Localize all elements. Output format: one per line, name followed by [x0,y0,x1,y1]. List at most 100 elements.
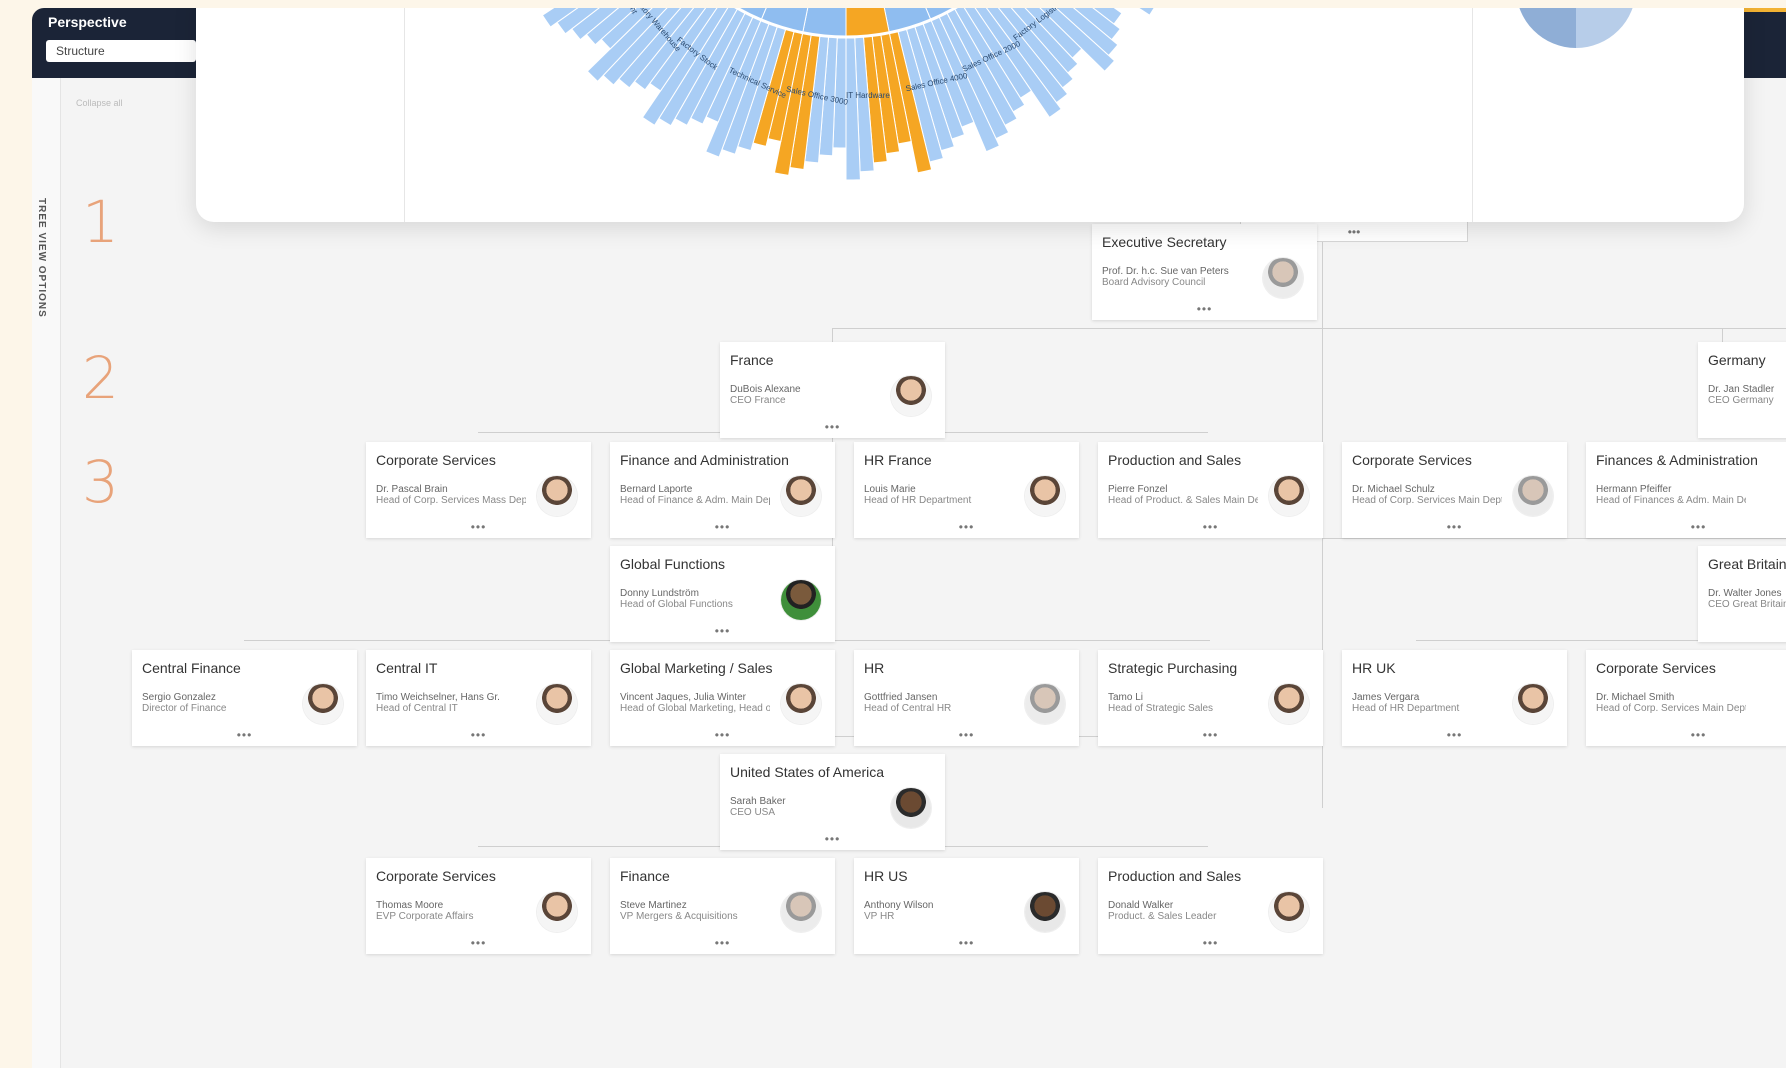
card-person-name: Thomas Moore [376,900,444,911]
more-button[interactable]: ••• [1098,520,1323,534]
card-person-role: Head of Product. & Sales Main Dept. [1108,495,1258,506]
org-card-us-corporate-services[interactable]: Corporate Services Thomas Moore EVP Corp… [366,858,591,954]
more-button[interactable]: ••• [854,520,1079,534]
card-person-name: Sarah Baker [730,796,786,807]
card-person-role: CEO France [730,395,786,406]
sunburst-segment[interactable] [845,8,890,37]
card-person-role: Product. & Sales Leader [1108,911,1217,922]
level-number-2: 2 [82,344,119,412]
card-person-name: Bernard Laporte [620,484,693,495]
tree-view-options-label: TREE VIEW OPTIONS [36,198,47,318]
card-person-name: Dr. Walter Jones [1708,588,1782,599]
card-person-name: Anthony Wilson [864,900,934,911]
tree-view-options-tab[interactable]: TREE VIEW OPTIONS [32,78,61,1068]
org-card-great-britain[interactable]: Great Britain Dr. Walter Jones CEO Great… [1698,546,1786,642]
card-person-name: Steve Martinez [620,900,687,911]
more-button[interactable]: ••• [1092,302,1317,316]
org-card-fr-finance-administration[interactable]: Finance and Administration Bernard Lapor… [610,442,835,538]
more-button[interactable]: ••• [132,728,357,742]
more-button[interactable]: ••• [1586,728,1786,742]
avatar [1269,892,1309,932]
card-title: Finance [620,868,670,884]
more-button[interactable]: ••• [854,936,1079,950]
card-title: Production and Sales [1108,868,1242,884]
more-button[interactable]: ••• [610,936,835,950]
connector-france [832,328,833,342]
more-button[interactable]: ••• [366,520,591,534]
org-card-us-production-sales[interactable]: Production and Sales Donald Walker Produ… [1098,858,1323,954]
org-card-central-it[interactable]: Central IT Timo Weichselner, Hans Gr. He… [366,650,591,746]
card-person-role: Head of Finances & Adm. Main Dept. [1596,495,1746,506]
card-person-role: Head of Finance & Adm. Main Dept. [620,495,770,506]
card-person-name: Pierre Fonzel [1108,484,1168,495]
more-button[interactable]: ••• [720,832,945,846]
sunburst-segment[interactable] [802,8,847,37]
collapse-all-link[interactable]: Collapse all [76,98,123,108]
org-card-global-functions[interactable]: Global Functions Donny Lundström Head of… [610,546,835,642]
card-person-role: Director of Finance [142,703,227,714]
card-person-name: Donny Lundström [620,588,699,599]
card-person-name: Hermann Pfeiffer [1596,484,1672,495]
more-button[interactable]: ••• [854,728,1079,742]
org-card-us-finance[interactable]: Finance Steve Martinez VP Mergers & Acqu… [610,858,835,954]
avatar [1513,684,1553,724]
org-card-hr-uk[interactable]: HR UK James Vergara Head of HR Departmen… [1342,650,1567,746]
avatar [1025,684,1065,724]
card-title: Global Functions [620,556,726,572]
avatar [303,684,343,724]
card-title: Central Finance [142,660,241,676]
org-card-hr[interactable]: HR Gottfried Jansen Head of Central HR •… [854,650,1079,746]
card-person-name: Dr. Michael Schulz [1352,484,1435,495]
org-card-germany[interactable]: Germany Dr. Jan Stadler CEO Germany [1698,342,1786,438]
more-button[interactable]: ••• [1098,936,1323,950]
card-title: HR US [864,868,908,884]
org-card-de-corporate-services[interactable]: Corporate Services Dr. Michael Schulz He… [1342,442,1567,538]
org-card-fr-production-sales[interactable]: Production and Sales Pierre Fonzel Head … [1098,442,1323,538]
card-person-name: Gottfried Jansen [864,692,938,703]
more-button[interactable]: ••• [1586,520,1786,534]
org-card-strategic-purchasing[interactable]: Strategic Purchasing Tamo Li Head of Str… [1098,650,1323,746]
card-person-role: VP HR [864,911,895,922]
card-title: Germany [1708,352,1766,368]
card-title: Corporate Services [1352,452,1472,468]
card-title: Corporate Services [376,452,496,468]
sunburst-panel: Project DevelopmentFactory WarehouseFact… [196,8,1744,222]
card-person-role: Head of Central IT [376,703,458,714]
avatar [781,580,821,620]
card-person-name: DuBois Alexane [730,384,801,395]
org-card-central-finance[interactable]: Central Finance Sergio Gonzalez Director… [132,650,357,746]
more-button[interactable]: ••• [1098,728,1323,742]
more-button[interactable]: ••• [610,728,835,742]
card-person-role: Head of HR Department [864,495,972,506]
avatar [1263,258,1303,298]
avatar [781,476,821,516]
more-button[interactable]: ••• [366,936,591,950]
org-card-fr-corporate-services[interactable]: Corporate Services Dr. Pascal Brain Head… [366,442,591,538]
card-title: HR [864,660,885,676]
card-person-role: Head of Corp. Services Mass Dept. [376,495,526,506]
org-card-hr-france[interactable]: HR France Louis Marie Head of HR Departm… [854,442,1079,538]
org-card-france[interactable]: France DuBois Alexane CEO France ••• [720,342,945,438]
org-card-executive-secretary[interactable]: Executive Secretary Prof. Dr. h.c. Sue v… [1092,224,1317,320]
more-button[interactable]: ••• [610,624,835,638]
app-window: Perspective Structure TREE VIEW OPTIONS … [32,8,1786,1068]
more-button[interactable]: ••• [366,728,591,742]
card-title: Corporate Services [1596,660,1716,676]
org-card-hr-us[interactable]: HR US Anthony Wilson VP HR ••• [854,858,1079,954]
org-card-global-marketing-sales[interactable]: Global Marketing / Sales Vincent Jaques,… [610,650,835,746]
card-title: Executive Secretary [1102,234,1227,250]
org-card-uk-corporate-services[interactable]: Corporate Services Dr. Michael Smith Hea… [1586,650,1786,746]
card-title: Production and Sales [1108,452,1242,468]
card-person-role: Board Advisory Council [1102,277,1206,288]
card-person-role: Head of Global Marketing, Head of Global… [620,703,770,714]
more-button[interactable]: ••• [1342,728,1567,742]
org-card-usa[interactable]: United States of America Sarah Baker CEO… [720,754,945,850]
avatar [1025,892,1065,932]
avatar [781,684,821,724]
org-card-de-finances-administration[interactable]: Finances & Administration Hermann Pfeiff… [1586,442,1786,538]
perspective-select[interactable]: Structure [46,40,196,62]
card-title: United States of America [730,764,885,780]
more-button[interactable]: ••• [610,520,835,534]
more-button[interactable]: ••• [720,420,945,434]
more-button[interactable]: ••• [1342,520,1567,534]
